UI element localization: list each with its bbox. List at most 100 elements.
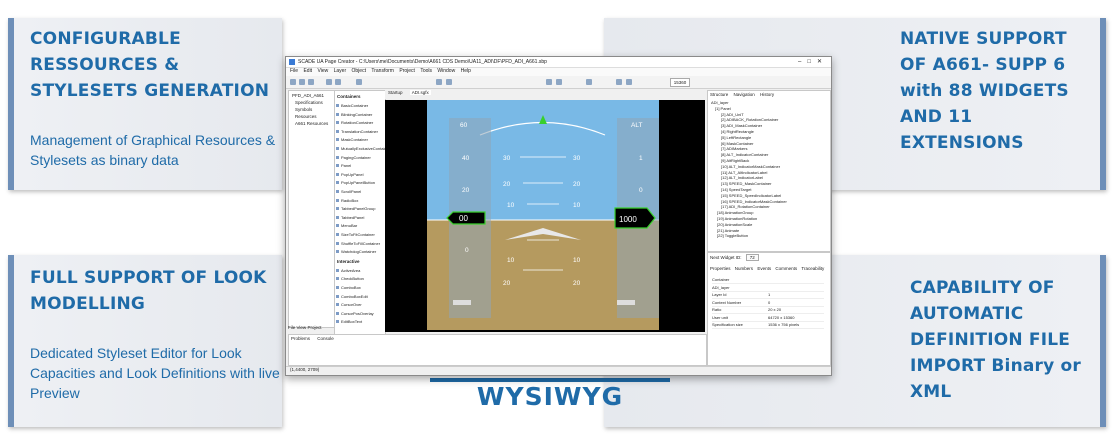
structure-node[interactable]: [8] ALT_IndicatorContainer [721, 152, 768, 157]
structure-node[interactable]: [4] RightRectangle [721, 129, 754, 134]
structure-node[interactable]: [2] ADIBACK_RotationContainer [721, 117, 778, 122]
snap-icon[interactable] [556, 79, 562, 85]
property-row[interactable]: ADI_layer [712, 285, 824, 292]
palette-item[interactable]: PopUpPanelButton [335, 180, 375, 185]
design-canvas[interactable]: 60 ALT 40 20 0 1 0 30 30 20 20 10 10 10 … [385, 100, 705, 332]
tab-navigation[interactable]: Navigation [734, 92, 755, 97]
property-value[interactable]: 1 [768, 292, 770, 297]
layer-icon[interactable] [356, 79, 362, 85]
menu-tools[interactable]: Tools [420, 68, 432, 74]
distribute-icon[interactable] [446, 79, 452, 85]
structure-node[interactable]: [1] Panel [715, 106, 731, 111]
palette-item[interactable]: TranslationContainer [336, 129, 378, 134]
menu-edit[interactable]: Edit [303, 68, 312, 74]
palette-item[interactable]: RadioBox [335, 198, 358, 203]
menu-transform[interactable]: Transform [371, 68, 394, 74]
align-icon[interactable] [436, 79, 442, 85]
property-value[interactable]: 64720 x 15360 [768, 315, 794, 320]
play-icon[interactable] [586, 79, 592, 85]
tab-history[interactable]: History [760, 92, 774, 97]
property-row[interactable]: User unit 64720 x 15360 [712, 315, 824, 322]
tab-comments[interactable]: Comments [775, 266, 797, 271]
structure-node[interactable]: [14] SpeedTarget [721, 187, 751, 192]
new-icon[interactable] [290, 79, 296, 85]
tree-item[interactable]: Specifications [295, 100, 323, 105]
palette-item[interactable]: SizeToFitContainer [336, 232, 375, 237]
property-row[interactable]: Ratio 20 x 20 [712, 307, 824, 314]
tab-properties[interactable]: Properties [710, 266, 731, 271]
structure-node[interactable]: [18] AnimationGroup [717, 210, 753, 215]
tab-numbers[interactable]: Numbers [735, 266, 753, 271]
palette-item[interactable]: WatchdogContainer [335, 249, 376, 254]
palette-item[interactable]: ComboBoxEdit [336, 294, 368, 299]
tree-item[interactable]: Symbols [295, 107, 312, 112]
grid-icon[interactable] [546, 79, 552, 85]
structure-node[interactable]: [19] AnimationRotation [717, 216, 757, 221]
palette-item[interactable]: CheckButton [336, 276, 364, 281]
property-value[interactable]: 0 [768, 300, 770, 305]
zoom-field[interactable]: 15360 [670, 78, 690, 87]
menu-project[interactable]: Project [399, 68, 415, 74]
save-icon[interactable] [308, 79, 314, 85]
zoom-out-icon[interactable] [626, 79, 632, 85]
undo-icon[interactable] [326, 79, 332, 85]
palette-header-interactive[interactable]: Interactive [337, 259, 360, 264]
structure-node[interactable]: [10] ALT_IndicatorMaskContainer [721, 164, 780, 169]
palette-item[interactable]: TabbedPanelGroup [335, 206, 375, 211]
property-value[interactable]: 20 x 20 [768, 307, 781, 312]
structure-node[interactable]: [15] SPEED_SpeedIndicatorLabel [721, 193, 781, 198]
palette-item[interactable]: ComboBox [336, 285, 361, 290]
tab-file-view[interactable]: File View [288, 325, 306, 330]
menu-layer[interactable]: Layer [334, 68, 347, 74]
menu-window[interactable]: Window [437, 68, 455, 74]
menu-view[interactable]: View [317, 68, 328, 74]
palette-item[interactable]: CursorPosOverlay [336, 311, 374, 316]
structure-node[interactable]: [3] ADI_MaskContainer [721, 123, 762, 128]
open-icon[interactable] [299, 79, 305, 85]
property-row[interactable]: Layer Id 1 [712, 292, 824, 299]
menu-object[interactable]: Object [352, 68, 366, 74]
structure-node[interactable]: [5] LeftRectangle [721, 135, 751, 140]
property-value[interactable]: 1536 x 756 pixels [768, 322, 799, 327]
palette-item[interactable]: CursorOver [336, 302, 362, 307]
tree-item[interactable]: Resources [295, 114, 317, 119]
property-row[interactable]: Container [712, 277, 824, 284]
structure-node[interactable]: ADI_layer [711, 100, 729, 105]
structure-node[interactable]: [22] ToggleButton [717, 233, 748, 238]
menu-help[interactable]: Help [461, 68, 471, 74]
palette-item[interactable]: PopUpPanel [335, 172, 363, 177]
structure-node[interactable]: [16] SPEED_IndicatorMaskContainer [721, 199, 787, 204]
property-row[interactable]: Specification size 1536 x 756 pixels [712, 322, 824, 329]
zoom-in-icon[interactable] [616, 79, 622, 85]
tab-startup[interactable]: Startup [388, 90, 403, 95]
tab-adi[interactable]: ADI.sgfx [409, 90, 431, 95]
tab-traceability[interactable]: Traceability [801, 266, 824, 271]
palette-item[interactable]: Panel [335, 163, 351, 168]
palette-item[interactable]: MutuallyExclusiveContainer [335, 146, 390, 151]
structure-node[interactable]: [6] MaskContainer [721, 141, 753, 146]
tree-item[interactable]: A661 Resources [295, 121, 328, 126]
palette-header-containers[interactable]: Containers [337, 94, 361, 99]
palette-item[interactable]: ShuffleToFillContainer [335, 241, 380, 246]
menu-file[interactable]: File [290, 68, 298, 74]
structure-node[interactable]: [12] ALT_IndicatorLabel [721, 175, 763, 180]
structure-node[interactable]: [21] Animate [717, 228, 739, 233]
structure-node[interactable]: [2] ADI_UniT [721, 112, 744, 117]
next-widget-id-field[interactable]: 72 [745, 254, 759, 261]
palette-item[interactable]: TabbedPanel [335, 215, 364, 220]
property-row[interactable]: Context Number 0 [712, 300, 824, 307]
tab-project[interactable]: Project [307, 325, 321, 330]
palette-item[interactable]: RotationContainer [335, 120, 373, 125]
structure-node[interactable]: [9] AltRightBack [721, 158, 749, 163]
structure-node[interactable]: [11] ALT_AltIndicatorLabel [721, 170, 767, 175]
palette-item[interactable]: BlinkingContainer [335, 112, 372, 117]
structure-node[interactable]: [13] SPEED_MaskContainer [721, 181, 771, 186]
palette-item[interactable]: ScrollPanel [335, 189, 361, 194]
tree-item[interactable]: PFD_ADI_A661 [292, 93, 324, 98]
palette-item[interactable]: PagingContainer [336, 155, 371, 160]
structure-node[interactable]: [7] ADIMarkers [721, 146, 747, 151]
palette-item[interactable]: BasicContainer [335, 103, 368, 108]
palette-item[interactable]: EditBoxText [335, 319, 362, 324]
tab-problems[interactable]: Problems [291, 336, 310, 341]
palette-item[interactable]: MenuBar [335, 223, 357, 228]
